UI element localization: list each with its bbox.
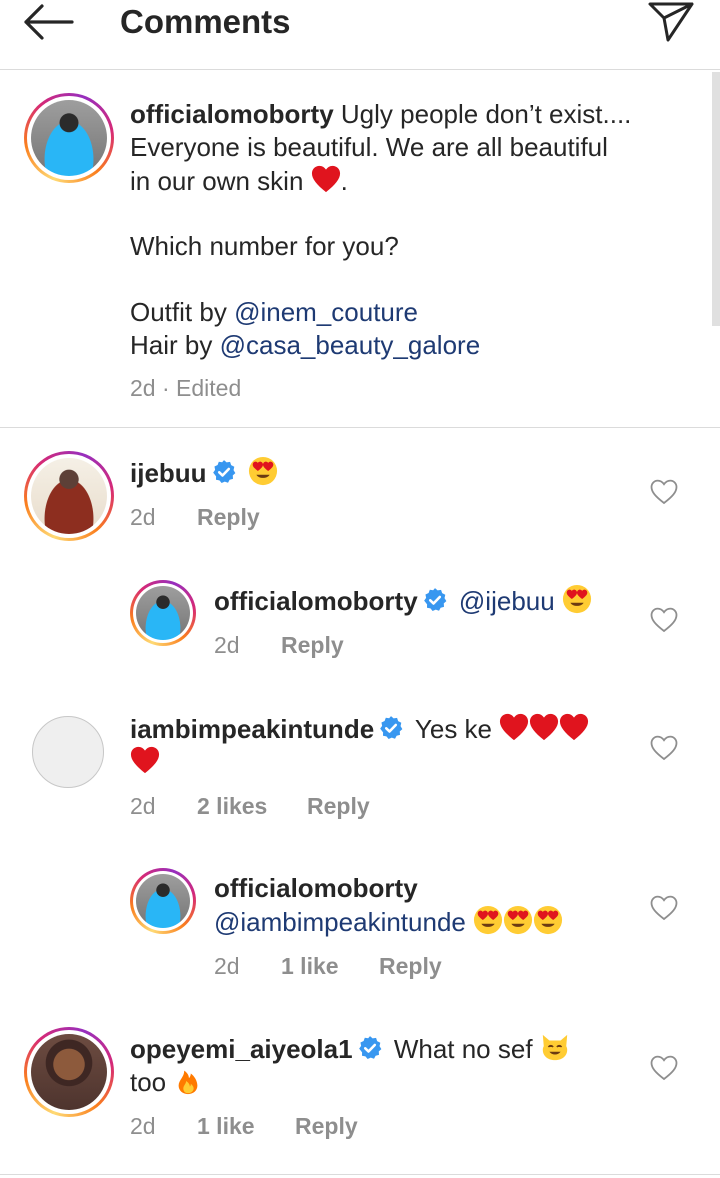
avatar[interactable] (130, 868, 196, 934)
heart-outline-icon[interactable] (650, 1055, 678, 1081)
hair-handle-link[interactable]: @casa_beauty_galore (220, 330, 481, 360)
comment-username[interactable]: officialomoborty (214, 586, 418, 616)
mention-link[interactable]: @ijebuu (459, 586, 555, 616)
reply-button[interactable]: Reply (197, 503, 260, 531)
caption-line3: in our own skin (130, 166, 304, 196)
back-arrow-icon[interactable] (22, 2, 74, 42)
heart-outline-icon[interactable] (650, 607, 678, 633)
heart-eyes-emoji-icon (248, 456, 278, 486)
comment-body: What no sef (393, 1034, 533, 1064)
reply-button[interactable]: Reply (281, 631, 344, 659)
comment-username[interactable]: iambimpeakintunde (130, 714, 374, 744)
comment-body: Yes ke (414, 714, 493, 744)
comment-text: officialomoborty (214, 872, 418, 905)
heart-outline-icon[interactable] (650, 735, 678, 761)
smiling-cat-emoji-icon (540, 1032, 570, 1062)
comment-text-cont: too (130, 1065, 203, 1099)
scrollbar[interactable] (712, 72, 720, 326)
red-heart-icon (529, 712, 559, 742)
comment-text: ijebuu (130, 456, 278, 490)
divider (0, 1174, 720, 1175)
avatar[interactable] (24, 93, 114, 183)
comment-time: 2d (130, 504, 156, 530)
caption-outfit: Outfit by @inem_couture (130, 296, 418, 329)
likes-count[interactable]: 2 likes (197, 792, 267, 820)
comment-time: 2d (214, 632, 240, 658)
top-bar: Comments (0, 0, 720, 70)
caption-username[interactable]: officialomoborty (130, 99, 334, 129)
caption-line2: Everyone is beautiful. We are all beauti… (130, 132, 608, 162)
caption-line1: Ugly people don’t exist.... (340, 99, 632, 129)
red-heart-icon (311, 164, 341, 194)
avatar[interactable] (32, 716, 104, 788)
mention-link[interactable]: @iambimpeakintunde (214, 907, 466, 937)
heart-eyes-emoji-icon (562, 584, 592, 614)
verified-badge-icon (357, 1035, 383, 1061)
direct-send-icon[interactable] (644, 0, 696, 44)
red-heart-icon (499, 712, 529, 742)
verified-badge-icon (211, 459, 237, 485)
reply-button[interactable]: Reply (295, 1112, 358, 1140)
heart-eyes-emoji-icon (533, 905, 563, 935)
divider (0, 427, 720, 428)
comment-text-cont (130, 745, 160, 779)
comment-time: 2d (130, 793, 156, 819)
comment-text-cont: @iambimpeakintunde (214, 905, 563, 939)
outfit-label: Outfit by (130, 297, 227, 327)
caption-line3-end: . (340, 166, 348, 196)
hair-label: Hair by (130, 330, 213, 360)
comment-text: opeyemi_aiyeola1 What no sef (130, 1032, 630, 1066)
red-heart-icon (559, 712, 589, 742)
heart-outline-icon[interactable] (650, 479, 678, 505)
comment-text: iambimpeakintunde Yes ke (130, 712, 630, 746)
caption-text: officialomoborty Ugly people don’t exist… (130, 98, 690, 131)
page-title: Comments (120, 3, 291, 40)
verified-badge-icon (378, 715, 404, 741)
reply-button[interactable]: Reply (307, 792, 370, 820)
red-heart-icon (130, 745, 160, 775)
caption-question: Which number for you? (130, 231, 399, 261)
avatar[interactable] (24, 1027, 114, 1117)
comment-username[interactable]: opeyemi_aiyeola1 (130, 1034, 353, 1064)
likes-count[interactable]: 1 like (197, 1112, 255, 1140)
outfit-handle-link[interactable]: @inem_couture (234, 297, 418, 327)
avatar[interactable] (130, 580, 196, 646)
comment-text: officialomoborty @ijebuu (214, 584, 592, 618)
fire-emoji-icon (173, 1065, 203, 1095)
avatar[interactable] (24, 451, 114, 541)
caption-line3-row: in our own skin . (130, 164, 348, 198)
reply-button[interactable]: Reply (379, 952, 442, 980)
heart-eyes-emoji-icon (473, 905, 503, 935)
heart-outline-icon[interactable] (650, 895, 678, 921)
comment-username[interactable]: officialomoborty (214, 873, 418, 903)
comment-username[interactable]: ijebuu (130, 458, 207, 488)
comment-time: 2d (214, 953, 240, 979)
verified-badge-icon (422, 587, 448, 613)
comment-time: 2d (130, 1113, 156, 1139)
caption-hair: Hair by @casa_beauty_galore (130, 329, 480, 362)
likes-count[interactable]: 1 like (281, 952, 339, 980)
caption-meta: 2d · Edited (130, 375, 242, 401)
comment-body-cont: too (130, 1067, 167, 1097)
heart-eyes-emoji-icon (503, 905, 533, 935)
